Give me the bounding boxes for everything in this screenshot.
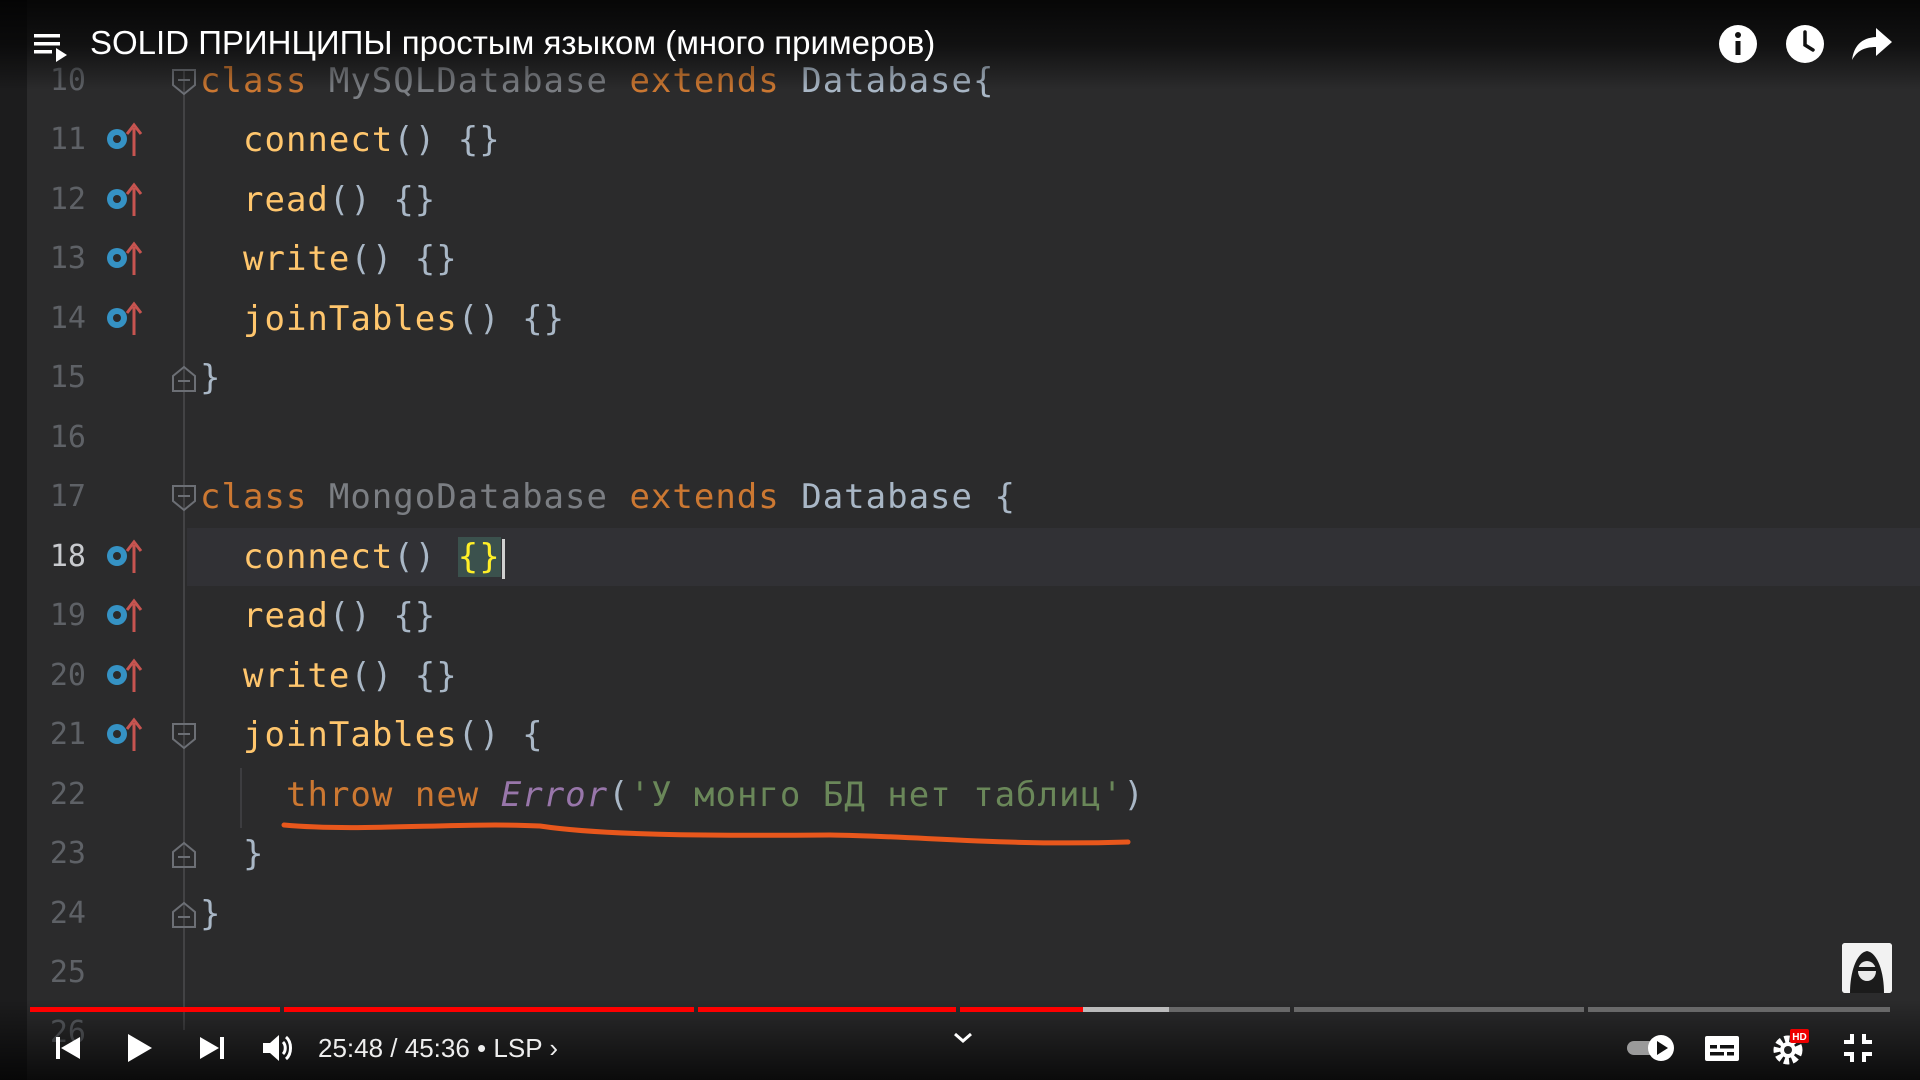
code-line: 16	[0, 408, 1920, 468]
line-number: 18	[49, 539, 86, 574]
text-caret	[501, 538, 505, 579]
fold-icon	[172, 485, 196, 512]
progress-chapter-segment[interactable]	[698, 1007, 956, 1012]
line-number: 21	[49, 717, 86, 752]
override-method-icon	[107, 539, 143, 573]
share-icon[interactable]	[1850, 22, 1894, 66]
code-text: }	[200, 358, 222, 398]
previous-icon[interactable]	[48, 1028, 88, 1068]
line-number: 20	[49, 658, 86, 693]
time-separator: /	[383, 1033, 405, 1063]
code-text: connect() {}	[243, 120, 501, 160]
line-number: 11	[49, 122, 86, 157]
hd-badge: HD	[1792, 1032, 1806, 1043]
code-line: 20 write() {}	[0, 646, 1920, 706]
code-text: joinTables() {	[243, 715, 544, 755]
code-line: 15 }	[0, 348, 1920, 408]
line-number: 19	[49, 598, 86, 633]
override-method-icon	[107, 182, 143, 216]
line-number: 17	[49, 479, 86, 514]
code-line: 23 }	[0, 824, 1920, 884]
line-number: 15	[49, 360, 86, 395]
code-line: 12 read() {}	[0, 170, 1920, 230]
chapter-arrow[interactable]: ›	[549, 1033, 558, 1063]
progress-played	[698, 1007, 956, 1012]
line-number: 22	[49, 777, 86, 812]
fold-icon	[172, 841, 196, 868]
chapter-title[interactable]: LSP	[493, 1033, 542, 1063]
code-text: connect() {}	[243, 527, 505, 587]
code-text: read() {}	[243, 180, 437, 220]
line-number: 14	[49, 301, 86, 336]
progress-chapter-segment[interactable]	[1588, 1007, 1890, 1012]
chapter-bullet: •	[469, 1033, 494, 1063]
code-line: 11 connect() {}	[0, 110, 1920, 170]
subtitles-icon[interactable]	[1702, 1028, 1742, 1068]
autoplay-toggle-icon[interactable]	[1625, 1028, 1681, 1068]
play-icon[interactable]	[118, 1028, 158, 1068]
line-number: 12	[49, 182, 86, 217]
override-method-icon	[107, 301, 143, 335]
code-text: read() {}	[243, 596, 437, 636]
code-line: 13 write() {}	[0, 229, 1920, 289]
line-number: 13	[49, 241, 86, 276]
code-line-current: 18 connect() {}	[0, 527, 1920, 587]
progress-chapter-segment[interactable]	[960, 1007, 1290, 1012]
fold-icon	[172, 901, 196, 928]
progress-played	[30, 1007, 280, 1012]
volume-icon[interactable]	[258, 1028, 298, 1068]
line-number: 23	[49, 836, 86, 871]
code-text: write() {}	[243, 239, 458, 279]
duration: 45:36	[404, 1033, 470, 1063]
code-text: }	[243, 834, 265, 874]
next-icon[interactable]	[192, 1028, 232, 1068]
player-top-bar: SOLID ПРИНЦИПЫ простым языком (много при…	[0, 0, 1920, 90]
code-text: write() {}	[243, 656, 458, 696]
avatar-icon	[1842, 943, 1892, 993]
progress-buffered	[1082, 1007, 1169, 1012]
info-icon[interactable]	[1716, 22, 1760, 66]
channel-watermark[interactable]	[1842, 943, 1892, 993]
code-text: class MongoDatabase extends Database {	[200, 477, 1016, 517]
override-method-icon	[107, 598, 143, 632]
matched-braces: {}	[457, 537, 501, 577]
code-line: 17 class MongoDatabase extends Database …	[0, 467, 1920, 527]
line-number: 25	[49, 955, 86, 990]
code-line: 22 throw new Error('У монго БД нет табли…	[0, 765, 1920, 825]
fold-icon	[172, 723, 196, 750]
code-line: 19 read() {}	[0, 586, 1920, 646]
chevron-down-icon[interactable]	[950, 1028, 976, 1048]
override-method-icon	[107, 717, 143, 751]
progress-chapter-segment[interactable]	[456, 1007, 694, 1012]
video-title[interactable]: SOLID ПРИНЦИПЫ простым языком (много при…	[90, 24, 935, 62]
settings-icon[interactable]: HD	[1770, 1028, 1810, 1068]
override-method-icon	[107, 658, 143, 692]
code-text: throw new Error('У монго БД нет таблиц')	[286, 775, 1145, 815]
current-time: 25:48	[318, 1033, 384, 1063]
code-line: 25	[0, 943, 1920, 1003]
fold-icon	[172, 365, 196, 392]
line-number: 16	[49, 420, 86, 455]
override-method-icon	[107, 241, 143, 275]
progress-chapter-segment[interactable]	[30, 1007, 280, 1012]
time-display: 25:48 / 45:36 • LSP ›	[318, 1033, 558, 1064]
code-line: 21 joinTables() {	[0, 705, 1920, 765]
video-frame[interactable]: 10 class MySQLDatabase extends Database{…	[0, 0, 1920, 1080]
player-controls: 25:48 / 45:36 • LSP › HD	[0, 1020, 1920, 1076]
progress-bar[interactable]	[30, 1007, 1890, 1012]
progress-chapter-segment[interactable]	[1294, 1007, 1584, 1012]
code-text: joinTables() {}	[243, 299, 566, 339]
code-text: }	[200, 894, 222, 934]
clock-icon[interactable]	[1783, 22, 1827, 66]
override-method-icon	[107, 122, 143, 156]
code-line: 14 joinTables() {}	[0, 289, 1920, 349]
line-number: 24	[49, 896, 86, 931]
progress-played	[456, 1007, 694, 1012]
code-line: 24 }	[0, 884, 1920, 944]
exit-fullscreen-icon[interactable]	[1838, 1028, 1878, 1068]
playlist-icon[interactable]	[34, 32, 68, 62]
progress-played	[960, 1007, 1083, 1012]
